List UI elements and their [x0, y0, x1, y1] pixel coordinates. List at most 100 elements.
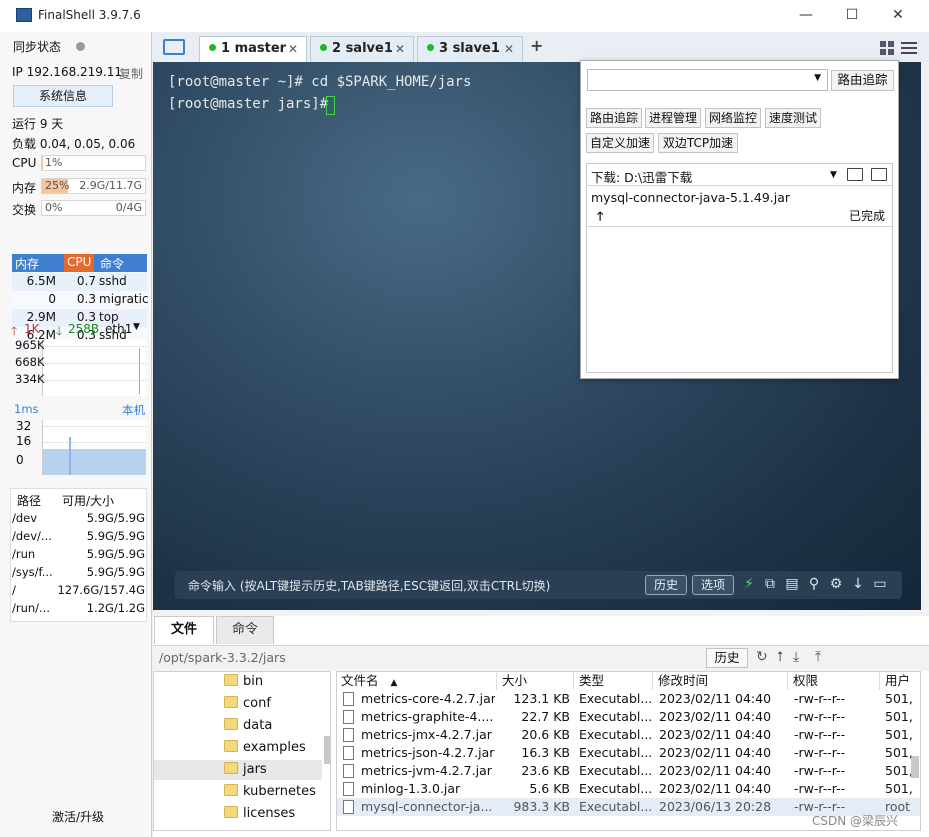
tree-scrollbar[interactable]	[324, 736, 330, 764]
proc-header-mem[interactable]: 内存	[15, 255, 39, 272]
upload-icon[interactable]: ⤒	[815, 649, 821, 665]
path-bar: /opt/spark-3.3.2/jars 历史 ↻ ⭡ ⤓ ⤒	[153, 645, 929, 671]
route-trace-button[interactable]: 路由追踪	[831, 70, 894, 91]
directory-tree: bin conf data examples jars kubernetes l…	[153, 671, 331, 831]
disk-header-path[interactable]: 路径	[17, 492, 41, 509]
file-row[interactable]: metrics-graphite-4.... 22.7 KB Executabl..…	[337, 708, 920, 726]
tool-speed-test[interactable]: 速度测试	[765, 108, 821, 128]
disk-row[interactable]: / 127.6G/157.4G	[10, 582, 147, 600]
tree-folder[interactable]: examples	[224, 738, 306, 758]
copy-icon[interactable]: ⧉	[762, 576, 778, 592]
ping-host[interactable]: 本机	[122, 402, 145, 418]
file-user: 501,	[885, 709, 913, 724]
file-list-scrollbar[interactable]	[911, 756, 919, 778]
search-icon[interactable]: ⚲	[806, 576, 822, 592]
minimize-button[interactable]: —	[783, 0, 829, 32]
current-path[interactable]: /opt/spark-3.3.2/jars	[159, 650, 286, 665]
path-history-button[interactable]: 历史	[706, 648, 748, 668]
close-icon[interactable]: ✕	[504, 37, 514, 61]
col-header-mtime[interactable]: 修改时间	[654, 672, 788, 690]
tool-tcp-accel[interactable]: 双边TCP加速	[658, 133, 738, 153]
file-icon	[343, 782, 354, 796]
lightning-icon[interactable]: ⚡	[741, 576, 757, 592]
grid-layout-icon[interactable]	[880, 41, 894, 55]
disk-row[interactable]: /run/... 1.2G/1.2G	[10, 600, 147, 618]
disk-size: 127.6G/157.4G	[57, 583, 145, 597]
tab-files[interactable]: 文件	[154, 616, 214, 644]
process-row[interactable]: 0 0.3 migratic	[12, 291, 149, 309]
tool-custom-accel[interactable]: 自定义加速	[586, 133, 654, 153]
sort-asc-icon: ▲	[390, 678, 398, 688]
proc-header-cpu[interactable]: CPU	[64, 254, 95, 272]
maximize-button[interactable]: ☐	[829, 0, 875, 32]
tab-salve1[interactable]: 2 salve1 ✕	[310, 36, 414, 62]
gear-icon[interactable]: ⚙	[828, 576, 844, 592]
tree-folder[interactable]: conf	[224, 694, 271, 714]
disk-row[interactable]: /dev/... 5.9G/5.9G	[10, 528, 147, 546]
route-target-select[interactable]: ▼	[587, 69, 828, 91]
tree-folder[interactable]: data	[224, 716, 272, 736]
tool-route-trace[interactable]: 路由追踪	[586, 108, 642, 128]
file-permission: -rw-r--r--	[794, 691, 846, 706]
close-icon[interactable]: ✕	[288, 37, 298, 61]
close-icon[interactable]: ✕	[395, 37, 405, 61]
disk-row[interactable]: /run 5.9G/5.9G	[10, 546, 147, 564]
file-size: 16.3 KB	[521, 745, 570, 760]
refresh-icon[interactable]: ↻	[756, 649, 768, 665]
tree-folder[interactable]: bin	[224, 672, 263, 692]
download-item[interactable]: mysql-connector-java-5.1.49.jar 🡑 已完成	[587, 187, 892, 227]
window-icon[interactable]: ▭	[872, 576, 888, 592]
col-header-permission[interactable]: 权限	[789, 672, 880, 690]
net-scale-mid: 668K	[15, 355, 45, 369]
disk-row[interactable]: /dev 5.9G/5.9G	[10, 510, 147, 528]
folder-icon[interactable]	[871, 168, 887, 181]
col-header-size[interactable]: 大小	[498, 672, 574, 690]
tree-folder[interactable]: licenses	[224, 804, 295, 824]
proc-header-cmd[interactable]: 命令	[100, 255, 124, 272]
col-header-type[interactable]: 类型	[575, 672, 653, 690]
tab-master[interactable]: 1 master ✕	[199, 36, 307, 62]
tool-network-monitor[interactable]: 网络监控	[705, 108, 761, 128]
folder-open-icon[interactable]	[847, 168, 863, 181]
paste-icon[interactable]: ▤	[784, 576, 800, 592]
process-row[interactable]: 6.5M 0.7 sshd	[12, 273, 147, 291]
proc-cmd: sshd	[99, 274, 127, 288]
folder-name: licenses	[243, 806, 296, 821]
file-row[interactable]: metrics-jvm-4.2.7.jar 23.6 KB Executabl...…	[337, 762, 920, 780]
copy-ip-button[interactable]: 复制	[119, 65, 143, 82]
folder-open-icon[interactable]	[163, 39, 185, 55]
activate-upgrade-link[interactable]: 激活/升级	[52, 808, 104, 825]
net-interface-select[interactable]: eth1	[105, 322, 132, 336]
file-row[interactable]: metrics-json-4.2.7.jar 16.3 KB Executabl..…	[337, 744, 920, 762]
add-tab-button[interactable]: +	[530, 36, 543, 55]
tab-commands[interactable]: 命令	[216, 616, 274, 644]
download-icon[interactable]: ⤓	[793, 649, 799, 665]
disk-header-size[interactable]: 可用/大小	[62, 492, 114, 509]
close-button[interactable]: ✕	[875, 0, 921, 32]
system-info-button[interactable]: 系统信息	[13, 85, 113, 107]
file-name: metrics-json-4.2.7.jar	[361, 745, 495, 760]
menu-icon[interactable]	[901, 42, 917, 54]
disk-path: /run	[12, 547, 36, 561]
disk-row[interactable]: /sys/f... 5.9G/5.9G	[10, 564, 147, 582]
history-button[interactable]: 历史	[645, 575, 687, 595]
tool-process-manager[interactable]: 进程管理	[645, 108, 701, 128]
options-button[interactable]: 选项	[692, 575, 734, 595]
file-icon	[343, 692, 354, 706]
arrow-down-icon[interactable]: ↓	[850, 576, 866, 592]
col-header-name[interactable]: 文件名 ▲	[337, 672, 497, 690]
chevron-down-icon[interactable]: ▼	[133, 322, 140, 332]
col-header-user[interactable]: 用户	[881, 672, 920, 690]
tree-folder[interactable]: kubernetes	[224, 782, 316, 802]
ip-address: IP 192.168.219.11	[12, 65, 123, 79]
file-row[interactable]: metrics-core-4.2.7.jar 123.1 KB Executabl.…	[337, 690, 920, 708]
command-input-hint[interactable]: 命令输入 (按ALT键提示历史,TAB键路径,ESC键返回,双击CTRL切换)	[188, 577, 550, 594]
up-directory-icon[interactable]: ⭡	[777, 649, 784, 665]
ping-scale-high: 32	[16, 419, 32, 433]
file-row[interactable]: metrics-jmx-4.2.7.jar 20.6 KB Executabl...…	[337, 726, 920, 744]
tab-slave1[interactable]: 3 slave1 ✕	[417, 36, 523, 62]
tree-folder-selected[interactable]: jars	[224, 760, 267, 780]
file-name: metrics-jvm-4.2.7.jar	[361, 763, 492, 778]
file-row[interactable]: minlog-1.3.0.jar 5.6 KB Executabl... 2023/0…	[337, 780, 920, 798]
chevron-down-icon[interactable]: ▼	[830, 170, 837, 180]
